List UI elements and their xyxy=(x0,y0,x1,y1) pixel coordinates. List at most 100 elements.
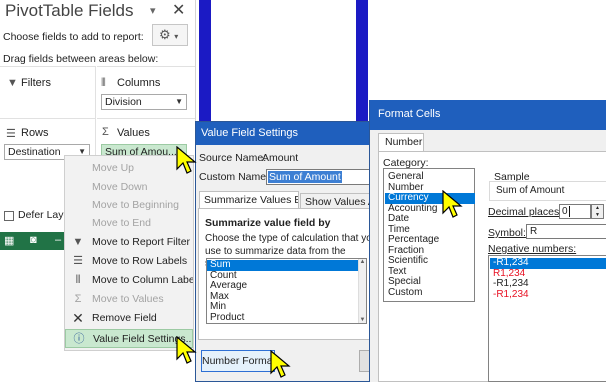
tab-show-values-as[interactable]: Show Values As xyxy=(300,193,376,209)
list-item[interactable]: Product xyxy=(207,312,359,324)
list-item[interactable]: Percentage xyxy=(385,235,475,246)
custom-name-input[interactable]: Sum of Amount xyxy=(266,169,376,185)
list-item[interactable]: Max xyxy=(207,291,359,303)
rows-icon: ☰ xyxy=(73,255,83,267)
columns-label: Columns xyxy=(117,77,161,89)
menu-item-move-to-column-labels[interactable]: ⦀ Move to Column Labels xyxy=(65,271,193,290)
choose-fields-label: Choose fields to add to report: xyxy=(3,31,144,43)
gear-icon[interactable]: ⚙ ▾ xyxy=(152,24,188,46)
list-item[interactable]: Sum xyxy=(207,260,359,271)
zoom-out-icon[interactable]: – xyxy=(55,234,61,246)
columns-icon: ⦀ xyxy=(101,77,106,89)
sigma-icon: Σ xyxy=(74,293,82,305)
spin-up-icon[interactable]: ▲ xyxy=(592,205,603,212)
tab-number[interactable]: Number xyxy=(378,133,424,152)
defer-layout-checkbox[interactable] xyxy=(4,211,14,221)
list-scrollbar[interactable]: ▲ ▼ xyxy=(358,259,366,323)
menu-item-label: Move to Row Labels xyxy=(92,255,188,267)
dialog-titlebar[interactable]: Value Field Settings xyxy=(196,122,374,145)
symbol-select[interactable]: R xyxy=(526,224,606,239)
menu-item-label: Move to Beginning xyxy=(92,199,179,211)
menu-item-label: Move to Column Labels xyxy=(92,274,193,286)
pointer-cursor-icon xyxy=(442,190,463,218)
menu-item-label: Remove Field xyxy=(92,312,157,324)
list-item[interactable]: Min xyxy=(207,302,359,313)
tab-label: Number xyxy=(385,136,423,148)
filter-icon: ▼ xyxy=(7,77,18,89)
summarize-function-list[interactable]: Sum Count Average Max Min Product ▲ ▼ xyxy=(206,258,367,324)
filters-label: Filters xyxy=(21,77,51,89)
menu-item-move-to-values[interactable]: Σ Move to Values xyxy=(65,290,193,309)
filter-icon: ▼ xyxy=(72,236,84,248)
decimal-places-label: Decimal places: xyxy=(488,206,563,218)
pane-options-icon[interactable]: ▾ xyxy=(150,4,164,18)
columns-field-name: Division xyxy=(105,96,142,108)
menu-item-label: Move to End xyxy=(92,217,151,229)
negative-numbers-label: Negative numbers: xyxy=(488,243,577,255)
defer-layout-label: Defer Layo xyxy=(18,209,64,221)
list-item[interactable]: Custom xyxy=(385,287,475,299)
rows-icon: ☰ xyxy=(6,128,16,140)
close-icon[interactable]: ✕ xyxy=(172,0,185,20)
custom-name-value: Sum of Amount xyxy=(268,171,342,183)
tab-summarize-values-by[interactable]: Summarize Values By xyxy=(199,191,299,209)
list-item[interactable]: Scientific xyxy=(385,256,475,267)
value-field-settings-dialog: Value Field Settings Source Name: Amount… xyxy=(195,121,377,382)
sample-box: Sum of Amount xyxy=(489,181,606,201)
menu-item-label: Move to Values xyxy=(92,293,164,305)
values-label: Values xyxy=(117,127,150,139)
scroll-down-icon[interactable]: ▼ xyxy=(359,317,366,323)
chevron-down-icon[interactable]: ▼ xyxy=(175,95,183,109)
pointer-cursor-icon xyxy=(176,336,197,364)
sheet-stripe xyxy=(199,0,211,121)
menu-item-label: Move to Report Filter xyxy=(92,236,191,248)
menu-item-move-up[interactable]: Move Up xyxy=(65,159,193,178)
menu-item-remove-field[interactable]: ✕ Remove Field xyxy=(65,309,193,328)
spin-down-icon[interactable]: ▼ xyxy=(592,212,603,219)
list-item[interactable]: General xyxy=(385,172,475,183)
sigma-icon: Σ xyxy=(102,126,109,138)
field-settings-icon: ⓘ xyxy=(73,333,85,345)
dialog-titlebar[interactable]: Format Cells xyxy=(370,100,606,130)
pointer-cursor-icon xyxy=(176,146,197,174)
menu-item-move-to-end[interactable]: Move to End xyxy=(65,214,193,233)
menu-item-label: Move Up xyxy=(92,162,135,174)
columns-field-chip[interactable]: Division ▼ xyxy=(101,94,187,110)
menu-item-move-to-report-filter[interactable]: ▼ Move to Report Filter xyxy=(65,233,193,252)
rows-field-name: Destination xyxy=(8,146,61,158)
remove-x-icon: ✕ xyxy=(72,310,84,326)
source-name-value: Amount xyxy=(262,152,299,164)
category-list[interactable]: General Number Currency Accounting Date … xyxy=(383,168,475,302)
scroll-up-icon[interactable]: ▲ xyxy=(359,259,366,265)
dialog-title: Value Field Settings xyxy=(201,127,299,139)
decimal-places-input[interactable]: 0 xyxy=(559,204,591,219)
list-item[interactable]: -R1,234 xyxy=(490,258,606,269)
pane-title: PivotTable Fields xyxy=(5,1,134,20)
number-format-button[interactable]: Number Format xyxy=(201,350,276,372)
dialog-title: Format Cells xyxy=(378,108,441,120)
negative-numbers-list[interactable]: -R1,234 R1,234 -R1,234 -R1,234 xyxy=(488,255,606,382)
menu-item-move-to-beginning[interactable]: Move to Beginning xyxy=(65,196,193,215)
normal-view-icon[interactable]: ▦ xyxy=(4,234,14,247)
drag-fields-label: Drag fields between areas below: xyxy=(3,53,159,65)
rows-label: Rows xyxy=(21,127,49,139)
decimal-spinner[interactable]: ▲ ▼ xyxy=(591,204,604,219)
menu-item-label: Move Down xyxy=(92,181,148,193)
source-name-label: Source Name: xyxy=(199,152,267,164)
custom-name-label: Custom Name: xyxy=(199,171,270,183)
decimal-places-value: 0 xyxy=(562,206,570,217)
menu-item-move-to-row-labels[interactable]: ☰ Move to Row Labels xyxy=(65,252,193,271)
status-bar: ▦ ◙ – xyxy=(0,232,64,250)
menu-item-move-down[interactable]: Move Down xyxy=(65,178,193,197)
columns-area[interactable]: ⦀ Columns Division ▼ xyxy=(97,66,195,118)
sheet-stripe xyxy=(356,0,368,121)
list-item[interactable]: Special xyxy=(385,277,475,288)
filters-area[interactable]: ▼ Filters xyxy=(0,66,96,118)
symbol-value: R xyxy=(530,226,538,237)
list-item[interactable]: Average xyxy=(207,281,359,292)
list-item[interactable]: -R1,234 xyxy=(490,279,606,290)
tab-label: Show Values As xyxy=(305,196,376,208)
page-layout-icon[interactable]: ◙ xyxy=(30,234,37,246)
menu-item-value-field-settings[interactable]: ⓘ Value Field Settings... xyxy=(65,329,193,348)
list-item[interactable]: -R1,234 xyxy=(490,289,606,301)
